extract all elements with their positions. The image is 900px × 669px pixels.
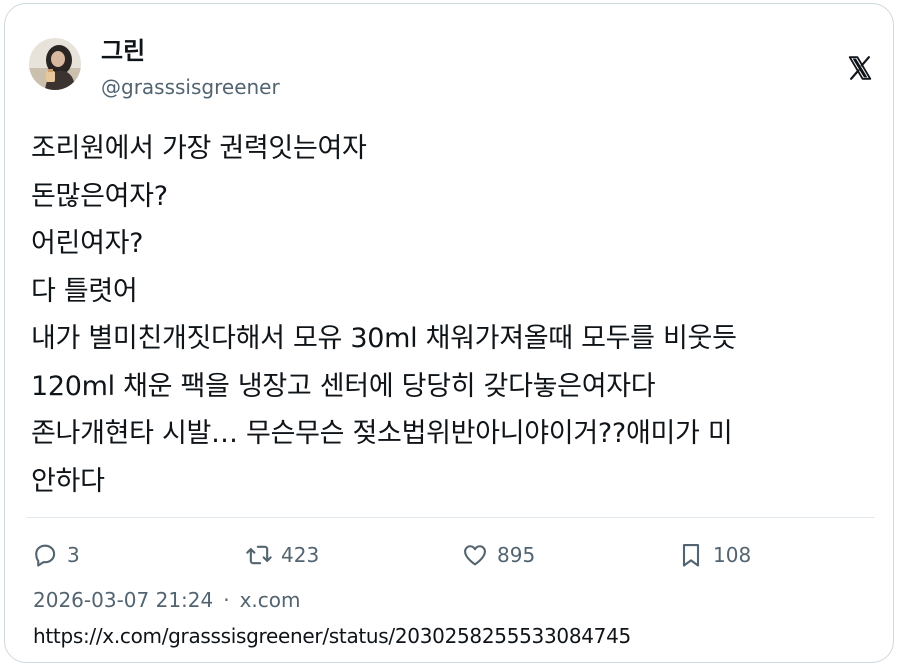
- bookmark-button[interactable]: 108: [677, 540, 751, 570]
- avatar[interactable]: [29, 38, 81, 90]
- reply-icon: [35, 544, 56, 567]
- meta-separator: ·: [223, 588, 230, 612]
- tweet-line: 존나개현타 시발… 무슨무슨 젖소법위반아니야이거??애미가 미: [31, 418, 733, 449]
- display-name[interactable]: 그린: [101, 36, 145, 66]
- bookmark-count: 108: [713, 543, 752, 567]
- tweet-line: 내가 별미친개짓다해서 모유 30ml 채워가져올때 모두를 비웃듯: [31, 323, 737, 354]
- heart-icon: [464, 545, 486, 566]
- tweet-line: 어린여자?: [31, 228, 144, 259]
- source-link[interactable]: x.com: [240, 586, 301, 614]
- tweet-line: 조리원에서 가장 권력잇는여자: [31, 133, 367, 164]
- reply-button[interactable]: 3: [31, 540, 80, 570]
- x-logo-icon[interactable]: [847, 55, 873, 81]
- retweet-button[interactable]: 423: [245, 540, 319, 570]
- like-button[interactable]: 895: [461, 540, 535, 570]
- reply-count: 3: [67, 543, 80, 567]
- tweet-meta: 2026-03-07 21:24 · x.com: [33, 586, 301, 614]
- tweet-text: 조리원에서 가장 권력잇는여자 돈많은여자? 어린여자? 다 틀렷어 내가 별미…: [31, 125, 876, 505]
- bookmark-icon: [682, 544, 700, 567]
- tweet-line: 안하다: [31, 465, 105, 497]
- tweet-line: 돈많은여자?: [31, 180, 168, 212]
- divider: [27, 517, 875, 518]
- avatar-image: [29, 38, 81, 90]
- tweet-card: 그린 @grasssisgreener 조리원에서 가장 권력잇는여자 돈많은여…: [4, 3, 894, 663]
- retweet-icon: [246, 545, 272, 565]
- retweet-count: 423: [281, 543, 320, 567]
- status-url[interactable]: https://x.com/grasssisgreener/status/203…: [33, 622, 631, 650]
- tweet-line: 120ml 채운 팩을 냉장고 센터에 당당히 갖다놓은여자다: [31, 370, 656, 402]
- timestamp[interactable]: 2026-03-07 21:24: [33, 586, 213, 614]
- user-handle[interactable]: @grasssisgreener: [101, 74, 280, 100]
- like-count: 895: [497, 543, 536, 567]
- tweet-line: 다 틀렷어: [31, 275, 138, 307]
